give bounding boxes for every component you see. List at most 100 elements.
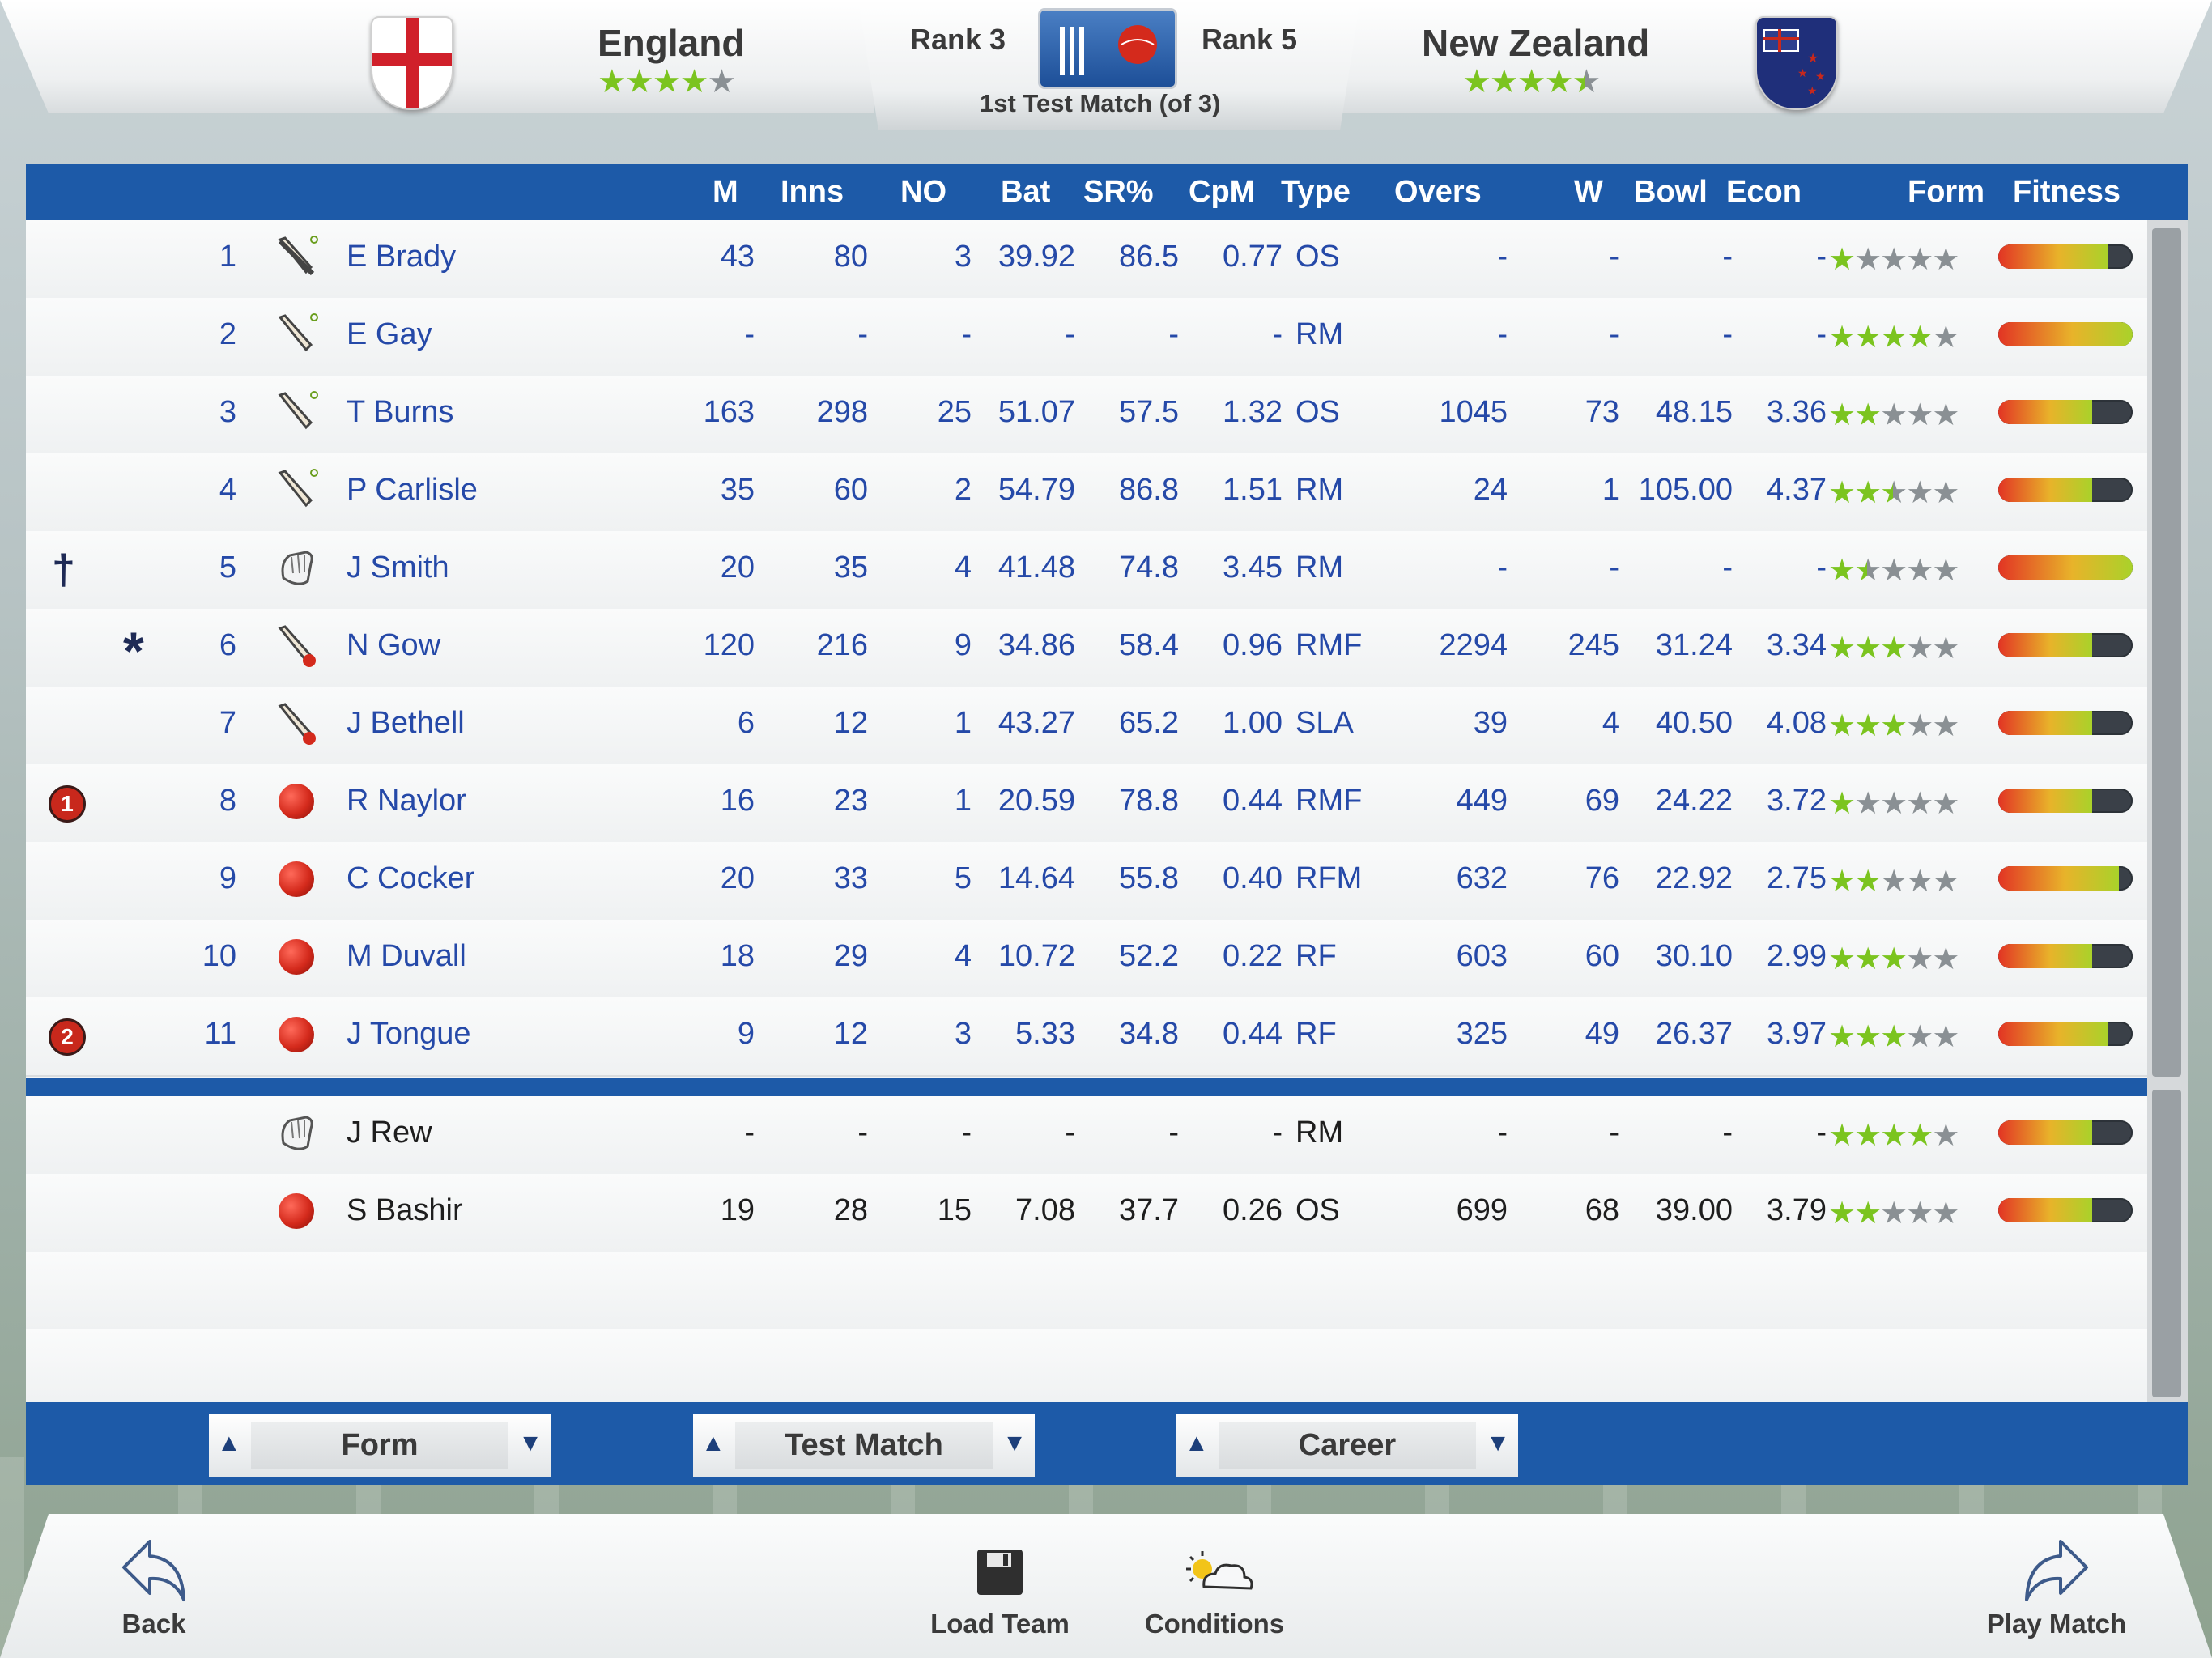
column-header-cpm[interactable]: CpM xyxy=(1189,175,1255,210)
column-header-econ[interactable]: Econ xyxy=(1726,175,1802,210)
column-header-bat[interactable]: Bat xyxy=(1001,175,1050,210)
scrollbar-thumb-reserve[interactable] xyxy=(2152,1090,2181,1397)
arrow-down-icon[interactable]: ▼ xyxy=(518,1430,542,1457)
player-row[interactable]: 10 M Duvall 18 29 4 10.72 52.2 0.22 603 60 30.10 2.… xyxy=(26,920,2147,999)
column-header-type[interactable]: Type xyxy=(1281,175,1351,210)
stat-overs: 2294 xyxy=(1439,628,1508,662)
player-row[interactable]: 7 J Bethell 6 12 1 43.27 65.2 1.00 39 4 40.50 4.08 S… xyxy=(26,687,2147,766)
column-header-no[interactable]: NO xyxy=(900,175,946,210)
cricket-bat-icon xyxy=(278,236,318,276)
star-empty-icon: ★ xyxy=(1932,1197,1959,1231)
player-row[interactable]: * 6 N Gow 120 216 9 34.86 58.4 0.96 2294 245 31.24 3… xyxy=(26,609,2147,688)
star-empty-icon: ★ xyxy=(1880,398,1908,432)
conditions-button[interactable]: Conditions xyxy=(1134,1546,1295,1639)
player-name[interactable]: T Burns xyxy=(347,395,453,430)
player-name[interactable]: P Carlisle xyxy=(347,473,478,508)
player-row[interactable]: 2E Gay - - - - - - - - - - RM ★★★★★ xyxy=(26,298,2147,377)
column-header-w[interactable]: W xyxy=(1574,175,1603,210)
fitness-bar xyxy=(1998,633,2133,657)
column-header-m[interactable]: M xyxy=(713,175,738,210)
batting-order: 1 xyxy=(219,240,236,274)
star-empty-icon: ★ xyxy=(1932,554,1959,588)
player-name[interactable]: E Brady xyxy=(347,240,456,274)
stat-type: RF xyxy=(1295,1017,1337,1051)
column-header-fitness[interactable]: Fitness xyxy=(2013,175,2121,210)
column-header-bowl[interactable]: Bowl xyxy=(1634,175,1708,210)
stat-bat: - xyxy=(1065,1116,1075,1150)
player-row[interactable]: 1E Brady 43 80 3 39.92 86.5 0.77- - - - OS ★★★★★ xyxy=(26,220,2147,300)
player-row[interactable]: 2 11 J Tongue 9 12 3 5.33 34.8 0.44 325 49 26.37 3.9… xyxy=(26,997,2147,1077)
player-name[interactable]: R Naylor xyxy=(347,784,466,818)
column-header-overs[interactable]: Overs xyxy=(1394,175,1482,210)
star-empty-icon: ★ xyxy=(1880,787,1908,821)
star-filled-icon: ★ xyxy=(1906,321,1933,355)
dropdown-form[interactable]: ▲ Form ▼ xyxy=(209,1414,551,1477)
star-filled-icon: ★ xyxy=(1880,709,1908,743)
star-empty-icon: ★ xyxy=(1880,1197,1908,1231)
star-empty-icon: ★ xyxy=(1906,1020,1933,1054)
fitness-bar xyxy=(1998,1022,2133,1046)
player-row[interactable]: 3 T Burns 163 298 25 51.07 57.5 1.32 1045 73 48.15… xyxy=(26,376,2147,455)
star-empty-icon: ★ xyxy=(1932,1020,1959,1054)
player-name[interactable]: E Gay xyxy=(347,317,432,352)
player-name[interactable]: J Tongue xyxy=(347,1017,471,1052)
form-stars: ★★★★★ xyxy=(1828,397,1959,433)
back-button[interactable]: Back xyxy=(105,1537,202,1639)
player-name[interactable]: S Bashir xyxy=(347,1193,463,1228)
stat-bat: 43.27 xyxy=(998,706,1075,740)
column-header-form[interactable]: Form xyxy=(1908,175,1984,210)
stat-bat: - xyxy=(1065,317,1075,351)
stat-w: 1 xyxy=(1602,473,1619,507)
player-name[interactable]: J Bethell xyxy=(347,706,465,741)
scrollbar-thumb-main[interactable] xyxy=(2152,228,2181,1077)
stat-type: OS xyxy=(1295,240,1340,274)
star-filled-icon: ★ xyxy=(679,64,709,100)
batting-order: 6 xyxy=(219,628,236,662)
player-row[interactable]: 4 P Carlisle 35 60 2 54.79 86.8 1.51 24 1 105.00 4.… xyxy=(26,453,2147,533)
form-stars: ★★★★★ xyxy=(1828,708,1959,744)
player-row[interactable]: 9 C Cocker 20 33 5 14.64 55.8 0.40 632 76 22.92 2.7… xyxy=(26,842,2147,921)
star-filled-icon: ★ xyxy=(1828,243,1856,277)
play-match-label: Play Match xyxy=(1986,1609,2127,1639)
home-team-name: England xyxy=(598,22,745,64)
player-row[interactable]: J Rew - - - - - - - - - - RM ★★★★★ xyxy=(26,1096,2147,1175)
play-match-button[interactable]: Play Match xyxy=(1976,1537,2138,1639)
fitness-bar xyxy=(1998,789,2133,813)
fitness-bar xyxy=(1998,555,2133,580)
player-name[interactable]: M Duvall xyxy=(347,939,466,974)
arrow-up-icon[interactable]: ▲ xyxy=(1185,1430,1209,1457)
arrow-down-icon[interactable]: ▼ xyxy=(1002,1430,1027,1457)
stat-bat: 10.72 xyxy=(998,939,1075,973)
cricket-logo-icon xyxy=(1038,8,1177,89)
arrow-down-icon[interactable]: ▼ xyxy=(1486,1430,1510,1457)
arrow-up-icon[interactable]: ▲ xyxy=(217,1430,241,1457)
player-row[interactable]: † 5 J Smith 20 35 4 41.48 74.8 3.45- - - - RM ★★★★★ xyxy=(26,531,2147,610)
stat-no: 4 xyxy=(954,551,972,585)
player-name[interactable]: N Gow xyxy=(347,628,440,663)
load-team-button[interactable]: Load Team xyxy=(923,1546,1077,1639)
player-row[interactable]: S Bashir 19 28 15 7.08 37.7 0.26 699 68 39.00 3.79… xyxy=(26,1174,2147,1253)
table-header: M Inns NO Bat SR% CpM Type Overs W Bowl Econ Form Fi… xyxy=(26,164,2188,220)
stat-bat: 7.08 xyxy=(1015,1193,1075,1227)
stat-no: 3 xyxy=(954,1017,972,1051)
stat-inns: 28 xyxy=(833,1193,868,1227)
stat-inns: 12 xyxy=(833,1017,868,1051)
column-header-inns[interactable]: Inns xyxy=(781,175,844,210)
player-name[interactable]: J Rew xyxy=(347,1116,432,1150)
stat-m: 6 xyxy=(737,706,755,740)
star-filled-icon: ★ xyxy=(1828,1119,1856,1153)
stat-w: 4 xyxy=(1602,706,1619,740)
dropdown-match-type[interactable]: ▲ Test Match ▼ xyxy=(693,1414,1035,1477)
cricket-ball-icon xyxy=(279,1193,314,1229)
player-name[interactable]: C Cocker xyxy=(347,861,474,896)
arrow-up-icon[interactable]: ▲ xyxy=(701,1430,725,1457)
stat-sr: 37.7 xyxy=(1119,1193,1179,1227)
batting-order: 7 xyxy=(219,706,236,740)
column-header-sr[interactable]: SR% xyxy=(1083,175,1154,210)
player-row[interactable]: 1 8 R Naylor 16 23 1 20.59 78.8 0.44 449 69 24.22 3.… xyxy=(26,764,2147,844)
dropdown-stats-scope[interactable]: ▲ Career ▼ xyxy=(1176,1414,1518,1477)
stat-econ: 4.08 xyxy=(1767,706,1827,740)
star-empty-icon: ★ xyxy=(1932,243,1959,277)
stat-overs: 699 xyxy=(1456,1193,1508,1227)
player-name[interactable]: J Smith xyxy=(347,551,449,585)
